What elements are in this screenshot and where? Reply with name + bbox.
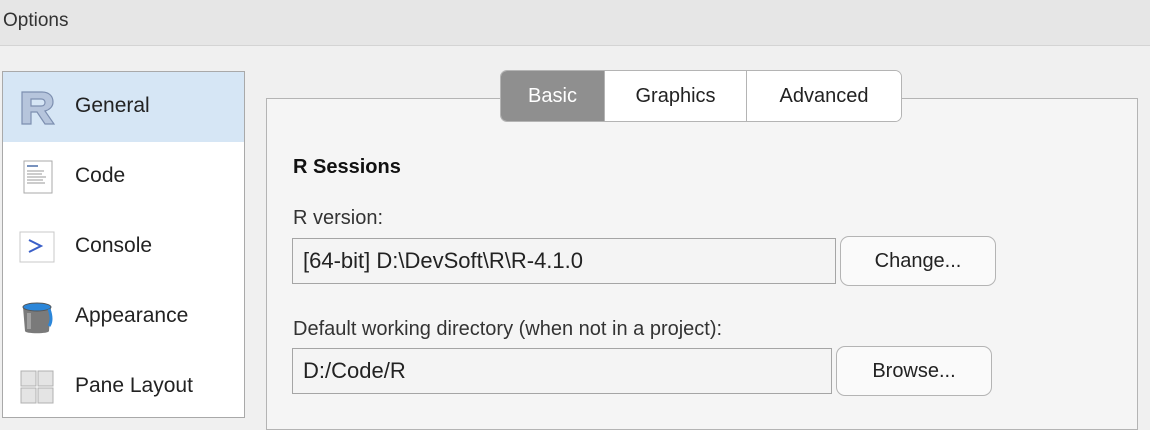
- tab-bar: Basic Graphics Advanced: [500, 70, 902, 122]
- r-logo-icon: [21, 91, 56, 125]
- sidebar-item-appearance[interactable]: Appearance: [3, 282, 244, 352]
- pane-layout-icon: [20, 370, 54, 404]
- window-title: Options: [3, 10, 69, 31]
- title-bar: Options: [0, 0, 1150, 46]
- section-title: R Sessions: [293, 156, 401, 178]
- sidebar-item-label: General: [75, 94, 150, 117]
- sidebar-item-general[interactable]: General: [3, 72, 244, 142]
- r-version-label: R version:: [293, 207, 384, 229]
- sidebar-item-label: Pane Layout: [75, 374, 193, 397]
- tab-advanced[interactable]: Advanced: [747, 71, 901, 121]
- sidebar-item-pane-layout[interactable]: Pane Layout: [3, 352, 244, 417]
- sidebar-item-label: Code: [75, 164, 126, 187]
- r-version-field[interactable]: [64-bit] D:\DevSoft\R\R-4.1.0: [292, 238, 836, 284]
- console-prompt-icon: [19, 231, 55, 263]
- tab-basic[interactable]: Basic: [501, 71, 605, 121]
- sidebar-item-label: Appearance: [75, 304, 189, 327]
- working-directory-field[interactable]: D:/Code/R: [292, 348, 832, 394]
- working-directory-label: Default working directory (when not in a…: [293, 318, 723, 340]
- paint-bucket-icon: [22, 302, 53, 334]
- options-sidebar: General Code Console Appearance Pane Lay…: [2, 71, 245, 418]
- tab-graphics[interactable]: Graphics: [605, 71, 747, 121]
- sidebar-item-label: Console: [75, 234, 153, 257]
- sidebar-item-code[interactable]: Code: [3, 142, 244, 212]
- sidebar-item-console[interactable]: Console: [3, 212, 244, 282]
- browse-button[interactable]: Browse...: [836, 346, 992, 396]
- change-button[interactable]: Change...: [840, 236, 996, 286]
- code-document-icon: [23, 160, 53, 194]
